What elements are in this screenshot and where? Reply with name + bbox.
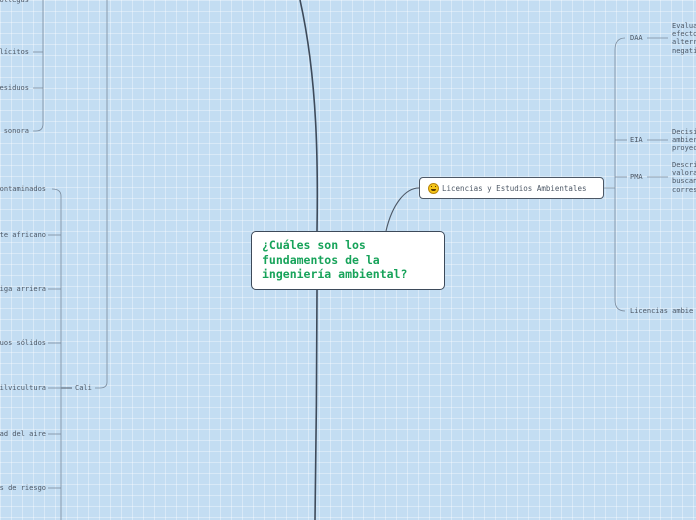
- left-upper-item-2[interactable]: ilícitos: [0, 48, 29, 56]
- left-lower-item-6[interactable]: ad del aire: [0, 430, 46, 438]
- topic-licencias-label: Licencias y Estudios Ambientales: [442, 183, 587, 193]
- left-upper-item-3[interactable]: esiduos: [0, 84, 29, 92]
- grinning-face-icon: [428, 182, 439, 194]
- topic-licencias-node[interactable]: Licencias y Estudios Ambientales: [419, 177, 604, 199]
- branch-pma-description: Descri valora buscan corres: [672, 161, 696, 194]
- left-lower-item-7[interactable]: s de riesgo: [0, 484, 46, 492]
- left-lower-item-5[interactable]: ilvicultura: [0, 384, 46, 392]
- branch-daa-description: Evalua efecto alterr negati: [672, 22, 696, 55]
- branch-eia-label[interactable]: EIA: [630, 136, 643, 144]
- central-topic-node[interactable]: ¿Cuáles son los fundamentos de la ingeni…: [251, 231, 445, 290]
- mind-map-canvas: ¿Cuáles son los fundamentos de la ingeni…: [0, 0, 696, 520]
- left-lower-item-2[interactable]: te africano: [0, 231, 46, 239]
- branch-pma-label[interactable]: PMA: [630, 173, 643, 181]
- cali-node-label[interactable]: Cali: [75, 384, 92, 392]
- branch-daa-label[interactable]: DAA: [630, 34, 643, 42]
- left-upper-item-4[interactable]: sonora: [4, 127, 29, 135]
- left-lower-bracket: [51, 188, 62, 520]
- branch-licencias-label[interactable]: Licencias ambie: [630, 307, 693, 315]
- left-lower-item-1[interactable]: ontaminados: [0, 185, 46, 193]
- central-topic-title: ¿Cuáles son los fundamentos de la ingeni…: [262, 238, 408, 281]
- left-lower-item-3[interactable]: iga arriera: [0, 285, 46, 293]
- branch-eia-description: Decisi ambier proyec: [672, 128, 696, 153]
- cali-bracket-vertical: [95, 0, 108, 389]
- right-bracket: [604, 37, 626, 312]
- left-upper-item-1[interactable]: ollegas: [0, 0, 29, 4]
- topic-connector: [385, 187, 420, 232]
- left-upper-bracket: [33, 0, 44, 132]
- left-lower-item-4[interactable]: uos sólidos: [0, 339, 46, 347]
